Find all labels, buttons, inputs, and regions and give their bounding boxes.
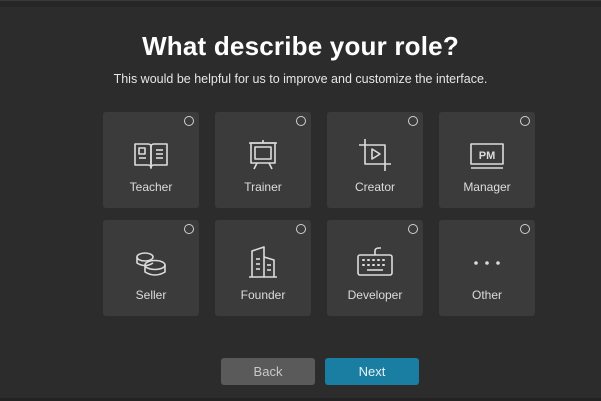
crop-play-icon	[355, 138, 395, 172]
role-label: Developer	[347, 288, 403, 302]
keyboard-icon	[355, 246, 395, 280]
role-selection-dialog: What describe your role? This would be h…	[0, 0, 601, 401]
book-icon	[131, 138, 171, 172]
role-card-trainer[interactable]: Trainer	[215, 112, 311, 208]
page-subtitle: This would be helpful for us to improve …	[113, 72, 488, 86]
role-label: Other	[471, 288, 502, 302]
role-card-developer[interactable]: Developer	[327, 220, 423, 316]
radio-button[interactable]	[520, 116, 530, 126]
radio-button[interactable]	[408, 116, 418, 126]
back-button[interactable]: Back	[221, 358, 315, 385]
radio-button[interactable]	[296, 224, 306, 234]
role-card-seller[interactable]: Seller	[103, 220, 199, 316]
role-card-founder[interactable]: Founder	[215, 220, 311, 316]
role-grid: Teacher Trainer Creator PM Manager Selle…	[103, 112, 535, 316]
coins-icon	[131, 246, 171, 280]
pm-badge-icon: PM	[467, 138, 507, 172]
role-label: Trainer	[244, 180, 282, 194]
next-button[interactable]: Next	[325, 358, 419, 385]
radio-button[interactable]	[184, 116, 194, 126]
radio-button[interactable]	[296, 116, 306, 126]
role-card-teacher[interactable]: Teacher	[103, 112, 199, 208]
building-icon	[243, 246, 283, 280]
radio-button[interactable]	[520, 224, 530, 234]
role-label: Creator	[354, 180, 395, 194]
radio-button[interactable]	[184, 224, 194, 234]
presentation-board-icon	[243, 138, 283, 172]
role-card-creator[interactable]: Creator	[327, 112, 423, 208]
role-card-manager[interactable]: PM Manager	[439, 112, 535, 208]
role-label: Founder	[240, 288, 286, 302]
role-label: Teacher	[129, 180, 173, 194]
role-label: Seller	[135, 288, 167, 302]
more-dots-icon	[467, 246, 507, 280]
role-card-other[interactable]: Other	[439, 220, 535, 316]
page-title: What describe your role?	[142, 31, 459, 61]
radio-button[interactable]	[408, 224, 418, 234]
top-strip	[0, 1, 601, 7]
pm-badge-text: PM	[479, 150, 496, 162]
role-label: Manager	[463, 180, 511, 194]
